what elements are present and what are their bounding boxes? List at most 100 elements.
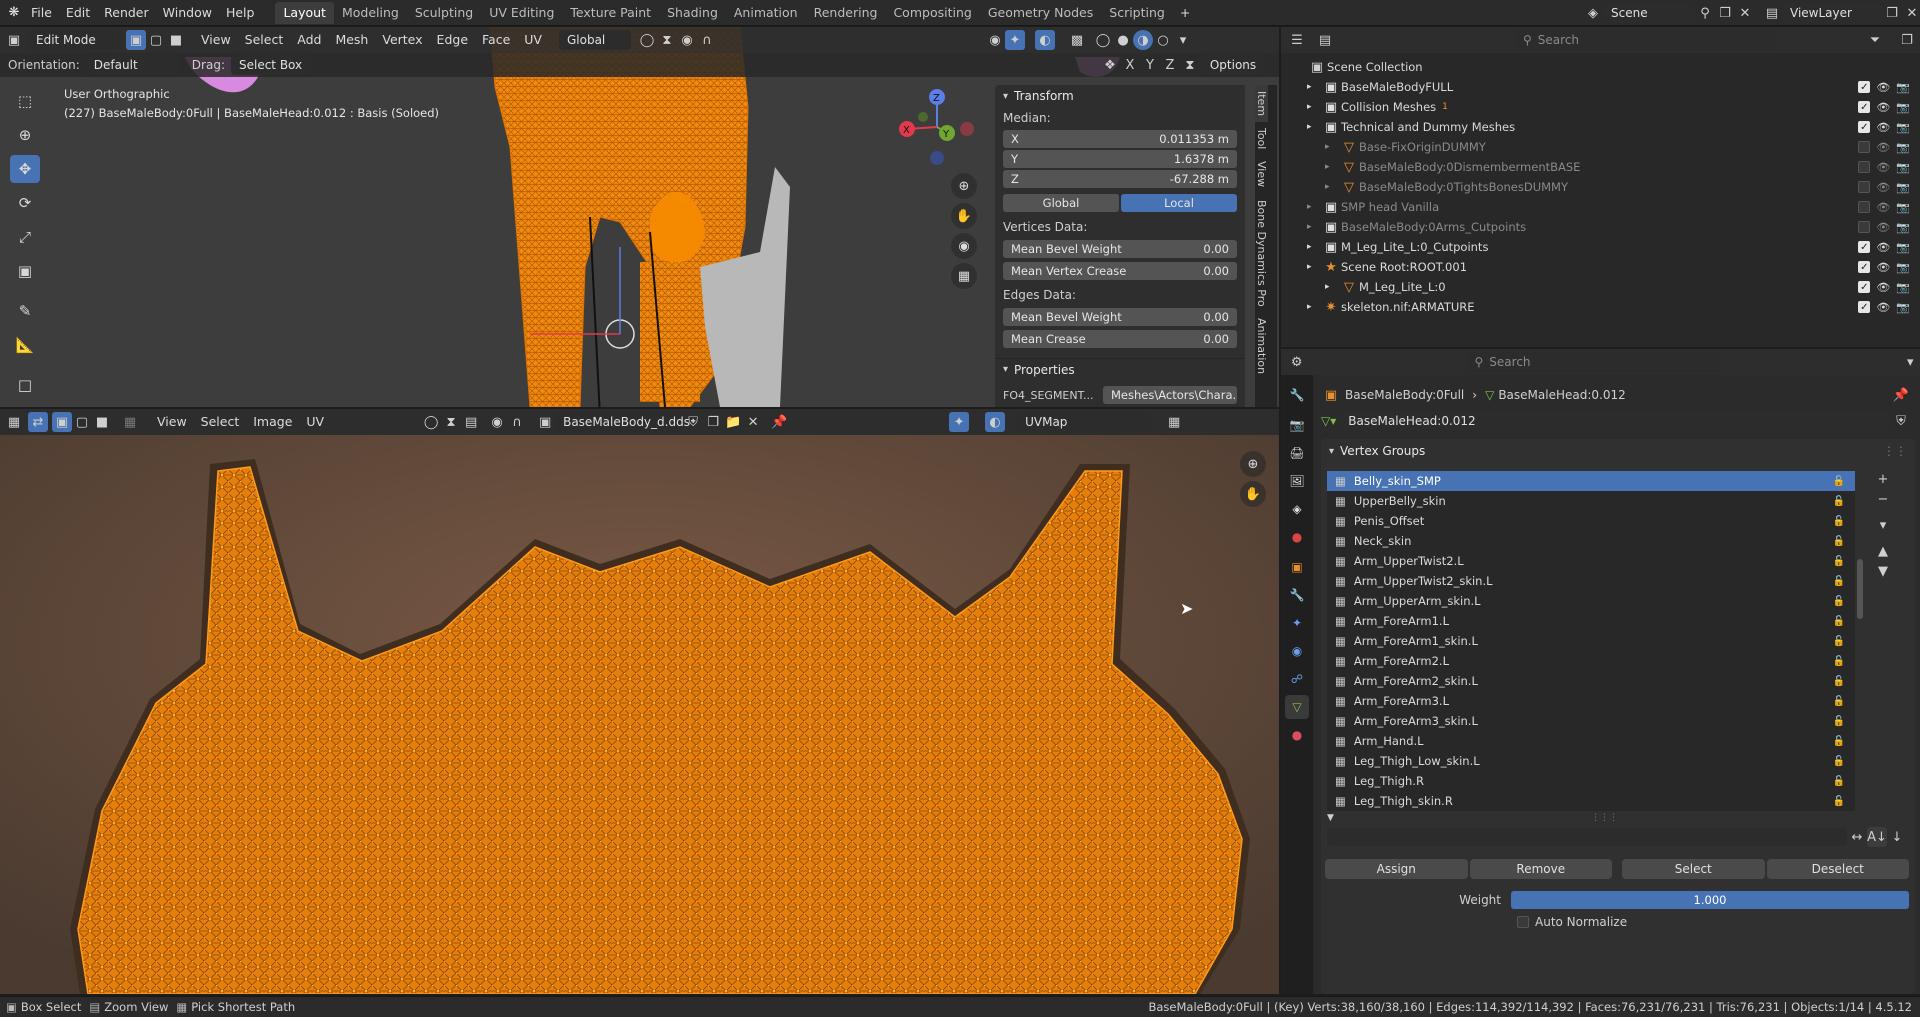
workspace-tab-modeling[interactable]: Modeling — [334, 2, 407, 24]
fake-user-shield-icon[interactable]: ⛨ — [1891, 411, 1911, 431]
exclude-checkbox[interactable] — [1858, 141, 1871, 153]
vertex-group-item[interactable]: ▦ Neck_skin 🔓 — [1327, 531, 1855, 551]
scene-collection-row[interactable]: ▣ Scene Collection — [1281, 57, 1920, 77]
assign-button[interactable]: Assign — [1325, 859, 1468, 879]
pivot-point-icon[interactable]: ◯ — [637, 30, 657, 50]
visibility-eye-icon[interactable]: 👁 — [1876, 141, 1890, 154]
expand-arrow-icon[interactable]: ▸ — [1307, 202, 1321, 212]
ortho-toggle-icon[interactable]: ▦ — [951, 263, 977, 289]
visibility-eye-icon[interactable]: 👁 — [1876, 241, 1890, 254]
mesh-data-icon[interactable]: ▽▾ — [1321, 414, 1336, 428]
uv-face-select-icon[interactable]: ■ — [92, 412, 112, 432]
lock-icon[interactable]: 🔓 — [1833, 476, 1845, 487]
outliner-row[interactable]: ▸ ▽ M_Leg_Lite_L:0 ✓ 👁 📷 — [1281, 277, 1920, 297]
exclude-checkbox[interactable]: ✓ — [1858, 101, 1871, 113]
visibility-eye-icon[interactable]: 👁 — [1876, 161, 1890, 174]
lock-icon[interactable]: 🔓 — [1833, 556, 1845, 567]
viewport-menu-view[interactable]: View — [194, 27, 238, 53]
render-camera-icon[interactable]: 📷 — [1896, 81, 1910, 94]
remove-button[interactable]: Remove — [1469, 859, 1612, 879]
navigation-gizmo[interactable]: Z X Y — [895, 85, 979, 169]
vertex-group-item[interactable]: ▦ UpperBelly_skin 🔓 — [1327, 491, 1855, 511]
drag-dropdown[interactable]: Select Box — [230, 55, 311, 75]
unlink-image-icon[interactable]: ✕ — [743, 412, 763, 432]
vertex-group-item[interactable]: ▦ Leg_Thigh_skin.R 🔓 — [1327, 791, 1855, 811]
xray-toggle-icon[interactable]: ▩ — [1067, 30, 1087, 50]
render-camera-icon[interactable]: 📷 — [1896, 121, 1910, 134]
render-camera-icon[interactable]: 📷 — [1896, 221, 1910, 234]
properties-options-icon[interactable]: ▾ — [1900, 352, 1920, 372]
mesh-options-icon[interactable]: ⧗ — [1180, 55, 1200, 75]
material-properties-icon[interactable]: ● — [1285, 723, 1309, 747]
expand-arrow-icon[interactable]: ▸ — [1325, 282, 1339, 292]
vertex-select-icon[interactable]: ▣ — [126, 30, 146, 50]
world-properties-icon[interactable]: ● — [1285, 525, 1309, 549]
menu-file[interactable]: File — [24, 0, 59, 26]
scene-properties-icon[interactable]: ◈ — [1285, 497, 1309, 521]
workspace-tab-rendering[interactable]: Rendering — [806, 2, 886, 24]
pan-hand-icon[interactable]: ✋ — [951, 203, 977, 229]
visibility-eye-icon[interactable]: 👁 — [1876, 201, 1890, 214]
editor-type-outliner-icon[interactable]: ☰ — [1287, 30, 1307, 50]
view-layer-properties-icon[interactable]: 🖼 — [1285, 469, 1309, 493]
weight-slider[interactable]: 1.000 — [1511, 891, 1909, 909]
particles-properties-icon[interactable]: ✦ — [1285, 611, 1309, 635]
viewport-menu-vertex[interactable]: Vertex — [375, 27, 429, 53]
uv-editor[interactable]: ▦ ⇄ ▣ ▢ ■ ▦ View Select Image UV ◯ ⧗ ▤ ◉ ∩ … — [0, 409, 1279, 994]
render-camera-icon[interactable]: 📷 — [1896, 241, 1910, 254]
mean-crease-field[interactable]: Mean Crease 0.00 — [1003, 330, 1237, 348]
visibility-eye-icon[interactable]: 👁 — [1876, 221, 1890, 234]
render-camera-icon[interactable]: 📷 — [1896, 141, 1910, 154]
exclude-checkbox[interactable]: ✓ — [1858, 81, 1871, 93]
camera-view-icon[interactable]: ◉ — [951, 233, 977, 259]
pin-icon[interactable]: ⚲ — [1695, 3, 1715, 23]
lock-icon[interactable]: 🔓 — [1833, 656, 1845, 667]
orientation-dropdown[interactable]: Default — [85, 55, 180, 75]
workspace-tab-layout[interactable]: Layout — [275, 1, 334, 24]
solid-shading-icon[interactable]: ● — [1113, 30, 1133, 50]
data-properties-icon[interactable]: ▽ — [1285, 695, 1309, 719]
mirror-z-toggle[interactable]: Z — [1160, 55, 1180, 75]
scale-tool[interactable]: ⤢ — [10, 223, 40, 251]
outliner-row[interactable]: ▸ ▽ BaseMaleBody:0DismembermentBASE 👁 📷 — [1281, 157, 1920, 177]
vertex-group-item[interactable]: ▦ Arm_UpperTwist2_skin.L 🔓 — [1327, 571, 1855, 591]
vertex-group-item[interactable]: ▦ Arm_ForeArm1_skin.L 🔓 — [1327, 631, 1855, 651]
mirror-x-toggle[interactable]: X — [1120, 55, 1140, 75]
exclude-checkbox[interactable]: ✓ — [1858, 261, 1871, 273]
lock-icon[interactable]: 🔓 — [1833, 576, 1845, 587]
vertex-group-item[interactable]: ▦ Leg_Thigh_Low_skin.L 🔓 — [1327, 751, 1855, 771]
vertex-group-item[interactable]: ▦ Penis_Offset 🔓 — [1327, 511, 1855, 531]
visibility-eye-icon[interactable]: 👁 — [1876, 101, 1890, 114]
measure-tool[interactable]: 📐 — [10, 331, 40, 359]
lock-icon[interactable]: 🔓 — [1833, 676, 1845, 687]
custom-property-value[interactable]: Meshes\Actors\Chara... — [1103, 386, 1237, 404]
tab-animation[interactable]: Animation — [1255, 312, 1268, 380]
workspace-tab-uv-editing[interactable]: UV Editing — [481, 2, 562, 24]
edge-select-icon[interactable]: ▢ — [146, 30, 166, 50]
transform-orientation-dropdown[interactable]: Global — [558, 30, 631, 50]
outliner-row[interactable]: ▸ ▣ Collision Meshes 1 ✓ 👁 📷 — [1281, 97, 1920, 117]
vertex-group-item[interactable]: ▦ Leg_Thigh.R 🔓 — [1327, 771, 1855, 791]
new-collection-icon[interactable]: ❐ — [1897, 30, 1917, 50]
rotate-tool[interactable]: ⟳ — [10, 189, 40, 217]
material-shading-icon[interactable]: ◑ — [1133, 30, 1153, 50]
pin-image-icon[interactable]: 📌 — [769, 412, 789, 432]
falloff-icon[interactable]: ∩ — [697, 30, 717, 50]
select-box-tool[interactable]: ⬚ — [10, 87, 40, 115]
mean-bevel-weight-vertex-field[interactable]: Mean Bevel Weight 0.00 — [1003, 240, 1237, 258]
outliner-row[interactable]: ▸ ▽ Base-FixOriginDUMMY 👁 📷 — [1281, 137, 1920, 157]
viewport-menu-add[interactable]: Add — [290, 27, 328, 53]
add-vertex-group-button[interactable]: + — [1873, 469, 1893, 489]
lock-icon[interactable]: 🔓 — [1833, 796, 1845, 807]
select-button[interactable]: Select — [1622, 859, 1765, 879]
render-camera-icon[interactable]: 📷 — [1896, 181, 1910, 194]
tool-properties-icon[interactable]: 🔧 — [1285, 383, 1309, 407]
vertex-group-item[interactable]: ▦ Arm_ForeArm2.L 🔓 — [1327, 651, 1855, 671]
delete-viewlayer-icon[interactable]: ✕ — [1902, 3, 1920, 23]
remove-vertex-group-button[interactable]: − — [1873, 489, 1893, 509]
viewport-menu-edge[interactable]: Edge — [430, 27, 475, 53]
output-properties-icon[interactable]: 🖨 — [1285, 441, 1309, 465]
vertex-group-specials-icon[interactable]: ▾ — [1873, 515, 1893, 535]
exclude-checkbox[interactable] — [1858, 221, 1871, 233]
uv-edge-select-icon[interactable]: ▢ — [72, 412, 92, 432]
